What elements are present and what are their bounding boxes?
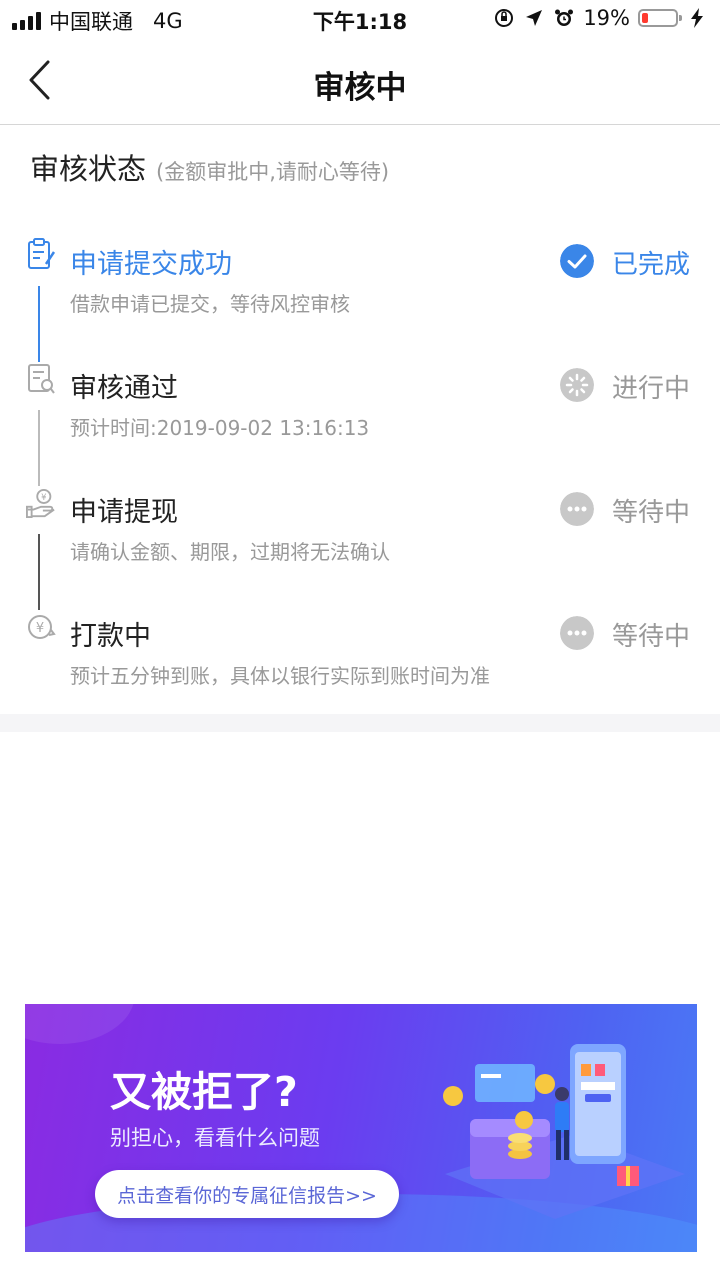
review-status-header: 审核状态 (金额审批中,请耐心等待) xyxy=(30,146,389,188)
page-title: 审核中 xyxy=(313,70,407,106)
step-status: 进行中 xyxy=(612,374,691,404)
step-item-approved: 审核通过 预计时间:2019-09-02 13:16:13 进行中 xyxy=(0,354,720,478)
step-desc: 借款申请已提交，等待风控审核 xyxy=(70,292,350,316)
step-status: 已完成 xyxy=(612,250,691,280)
credit-report-banner[interactable]: 又被拒了? 别担心，看看什么问题 点击查看你的专属征信报告>> xyxy=(25,1004,697,1252)
svg-text:¥: ¥ xyxy=(41,492,47,502)
alarm-icon xyxy=(553,7,575,29)
section-divider xyxy=(0,714,720,732)
status-bar: 中国联通 4G 下午1:18 19% xyxy=(0,0,720,40)
review-status-title: 审核状态 xyxy=(30,152,147,186)
step-desc: 请确认金额、期限，过期将无法确认 xyxy=(70,540,390,564)
clipboard-icon xyxy=(28,238,56,269)
banner-title: 又被拒了? xyxy=(110,1068,298,1116)
loading-spinner-icon xyxy=(560,368,594,402)
step-title: 申请提交成功 xyxy=(70,249,232,280)
more-dots-icon xyxy=(560,492,594,526)
battery-level-fill xyxy=(642,13,648,23)
nav-bar: 审核中 xyxy=(0,40,720,125)
status-right: 19% xyxy=(493,6,708,30)
review-status-subtitle: (金额审批中,请耐心等待) xyxy=(156,160,390,184)
rotation-lock-icon xyxy=(493,7,515,29)
charging-bolt-icon xyxy=(686,7,708,29)
hand-coin-icon: ¥ xyxy=(26,488,55,518)
yuan-transfer-icon: ¥ xyxy=(28,615,56,639)
step-title: 审核通过 xyxy=(70,373,178,404)
battery-icon xyxy=(638,9,682,27)
step-desc: 预计五分钟到账，具体以银行实际到账时间为准 xyxy=(70,664,490,688)
step-item-submitted: 申请提交成功 借款申请已提交，等待风控审核 已完成 xyxy=(0,230,720,354)
step-item-withdraw: ¥ 申请提现 请确认金额、期限，过期将无法确认 等待中 xyxy=(0,478,720,602)
location-arrow-icon xyxy=(523,7,545,29)
step-item-payment: ¥ 打款中 预计五分钟到账，具体以银行实际到账时间为准 等待中 xyxy=(0,602,720,726)
step-status: 等待中 xyxy=(612,622,691,652)
svg-text:¥: ¥ xyxy=(36,621,44,636)
step-title: 打款中 xyxy=(70,621,151,652)
battery-percent: 19% xyxy=(583,6,630,30)
banner-subtitle: 别担心，看看什么问题 xyxy=(110,1126,320,1150)
step-desc: 预计时间:2019-09-02 13:16:13 xyxy=(70,416,370,440)
more-dots-icon xyxy=(560,616,594,650)
banner-decoration xyxy=(25,1004,135,1044)
check-circle-icon xyxy=(560,244,594,278)
step-title: 申请提现 xyxy=(70,497,178,528)
step-status: 等待中 xyxy=(612,498,691,528)
view-credit-report-button[interactable]: 点击查看你的专属征信报告>> xyxy=(95,1170,399,1218)
wallet-phone-illustration xyxy=(443,1044,685,1219)
document-search-icon xyxy=(28,364,55,394)
